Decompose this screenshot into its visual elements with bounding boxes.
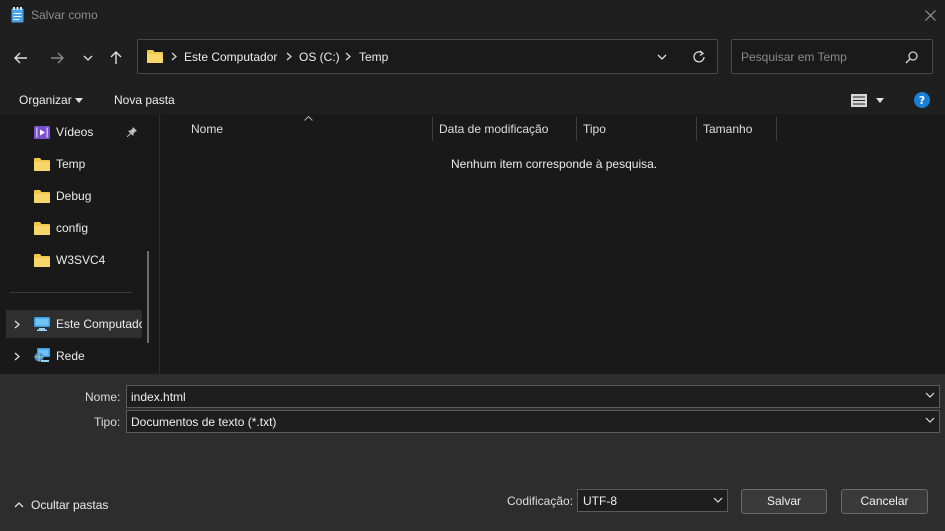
back-button[interactable] bbox=[9, 46, 33, 70]
recent-locations-button[interactable] bbox=[76, 46, 100, 70]
sidebar-item-w3svc4[interactable]: W3SVC4 bbox=[0, 246, 150, 274]
filename-label: Nome: bbox=[85, 390, 121, 404]
address-bar[interactable]: Este Computador OS (C:) Temp bbox=[137, 39, 718, 74]
column-header-size[interactable]: Tamanho bbox=[703, 122, 752, 136]
filename-value[interactable]: index.html bbox=[131, 390, 186, 404]
notepad-icon bbox=[11, 7, 24, 23]
breadcrumb-este-computador[interactable]: Este Computador bbox=[184, 50, 277, 64]
chevron-down-icon bbox=[925, 417, 935, 423]
column-header-date[interactable]: Data de modificação bbox=[439, 122, 548, 136]
sidebar-item-label: W3SVC4 bbox=[56, 253, 106, 267]
title-bar: Salvar como bbox=[0, 0, 945, 30]
column-divider[interactable] bbox=[696, 117, 697, 141]
videos-folder-icon bbox=[34, 126, 50, 139]
sidebar-item-label: Este Computador bbox=[56, 317, 142, 331]
sidebar-item-label: Temp bbox=[56, 157, 86, 171]
folder-icon bbox=[34, 190, 50, 203]
save-options-panel: Nome: index.html Tipo: Documentos de tex… bbox=[0, 374, 945, 531]
help-icon[interactable]: ? bbox=[914, 92, 930, 108]
window-title: Salvar como bbox=[31, 8, 98, 22]
sidebar-item-debug[interactable]: Debug bbox=[0, 182, 150, 210]
file-list: Nome Data de modificação Tipo Tamanho Ne… bbox=[161, 114, 945, 374]
sidebar-item-config[interactable]: config bbox=[0, 214, 150, 242]
search-box[interactable]: Pesquisar em Temp bbox=[731, 39, 933, 74]
breadcrumb-os-c[interactable]: OS (C:) bbox=[299, 50, 340, 64]
hide-folders-button[interactable]: Ocultar pastas bbox=[12, 496, 122, 514]
arrow-left-icon bbox=[14, 52, 27, 64]
arrow-right-icon bbox=[51, 52, 64, 64]
chevron-up-icon bbox=[14, 502, 24, 508]
folder-icon bbox=[34, 222, 50, 235]
sort-ascending-icon bbox=[304, 116, 313, 121]
caret-down-icon bbox=[75, 98, 83, 103]
close-icon bbox=[924, 9, 936, 21]
breadcrumb-temp[interactable]: Temp bbox=[359, 50, 388, 64]
caret-down-icon[interactable] bbox=[876, 98, 884, 103]
save-button[interactable]: Salvar bbox=[741, 489, 827, 514]
column-divider[interactable] bbox=[776, 117, 777, 141]
view-details-icon[interactable] bbox=[851, 94, 867, 107]
organize-menu[interactable]: Organizar bbox=[19, 93, 72, 107]
filetype-select[interactable]: Documentos de texto (*.txt) bbox=[126, 410, 940, 433]
new-folder-button[interactable]: Nova pasta bbox=[114, 93, 175, 107]
arrow-up-icon bbox=[110, 51, 122, 64]
breadcrumb-separator-icon bbox=[171, 52, 177, 61]
svg-text:?: ? bbox=[919, 94, 925, 107]
sidebar-item-rede[interactable]: Rede bbox=[0, 342, 150, 370]
refresh-icon[interactable] bbox=[692, 50, 706, 64]
encoding-value: UTF-8 bbox=[583, 494, 617, 508]
pin-icon bbox=[127, 127, 137, 137]
cancel-button[interactable]: Cancelar bbox=[841, 489, 928, 514]
navigation-bar: Este Computador OS (C:) Temp Pesquisar e… bbox=[0, 30, 945, 86]
chevron-down-icon bbox=[713, 497, 723, 503]
hide-folders-label: Ocultar pastas bbox=[31, 498, 109, 512]
sidebar-item-label: Rede bbox=[56, 349, 85, 363]
up-button[interactable] bbox=[104, 46, 128, 70]
forward-button[interactable] bbox=[45, 46, 69, 70]
navigation-pane: Vídeos Temp Debug config W3SVC4 Este Com… bbox=[0, 114, 160, 374]
sidebar-divider bbox=[10, 292, 132, 293]
filetype-label: Tipo: bbox=[94, 415, 121, 429]
close-button[interactable] bbox=[915, 0, 945, 30]
column-divider[interactable] bbox=[576, 117, 577, 141]
network-icon bbox=[34, 348, 50, 362]
breadcrumb-separator-icon bbox=[345, 52, 351, 61]
sidebar-scrollbar[interactable] bbox=[147, 251, 149, 343]
chevron-down-icon[interactable] bbox=[657, 54, 667, 60]
empty-message: Nenhum item corresponde à pesquisa. bbox=[451, 157, 658, 171]
folder-icon bbox=[34, 158, 50, 171]
expand-chevron-icon[interactable] bbox=[14, 352, 20, 361]
filename-input[interactable]: index.html bbox=[126, 385, 940, 408]
sidebar-item-videos[interactable]: Vídeos bbox=[0, 118, 150, 146]
computer-icon bbox=[34, 317, 50, 331]
chevron-down-icon[interactable] bbox=[925, 392, 935, 398]
encoding-label: Codificação: bbox=[507, 494, 574, 508]
encoding-select[interactable]: UTF-8 bbox=[577, 489, 728, 512]
column-divider[interactable] bbox=[432, 117, 433, 141]
column-header-type[interactable]: Tipo bbox=[583, 122, 606, 136]
sidebar-item-temp[interactable]: Temp bbox=[0, 150, 150, 178]
search-icon bbox=[905, 51, 918, 64]
sidebar-item-label: config bbox=[56, 221, 89, 235]
folder-icon bbox=[147, 50, 163, 63]
command-bar: Organizar Nova pasta ? bbox=[0, 86, 945, 114]
column-header-name[interactable]: Nome bbox=[191, 122, 223, 136]
sidebar-item-label: Debug bbox=[56, 189, 92, 203]
folder-icon bbox=[34, 254, 50, 267]
filetype-value: Documentos de texto (*.txt) bbox=[131, 415, 277, 429]
breadcrumb-separator-icon bbox=[286, 52, 292, 61]
chevron-down-icon bbox=[83, 55, 93, 61]
sidebar-item-este-computador[interactable]: Este Computador bbox=[6, 310, 142, 338]
search-placeholder[interactable]: Pesquisar em Temp bbox=[741, 50, 847, 64]
expand-chevron-icon[interactable] bbox=[14, 320, 20, 329]
